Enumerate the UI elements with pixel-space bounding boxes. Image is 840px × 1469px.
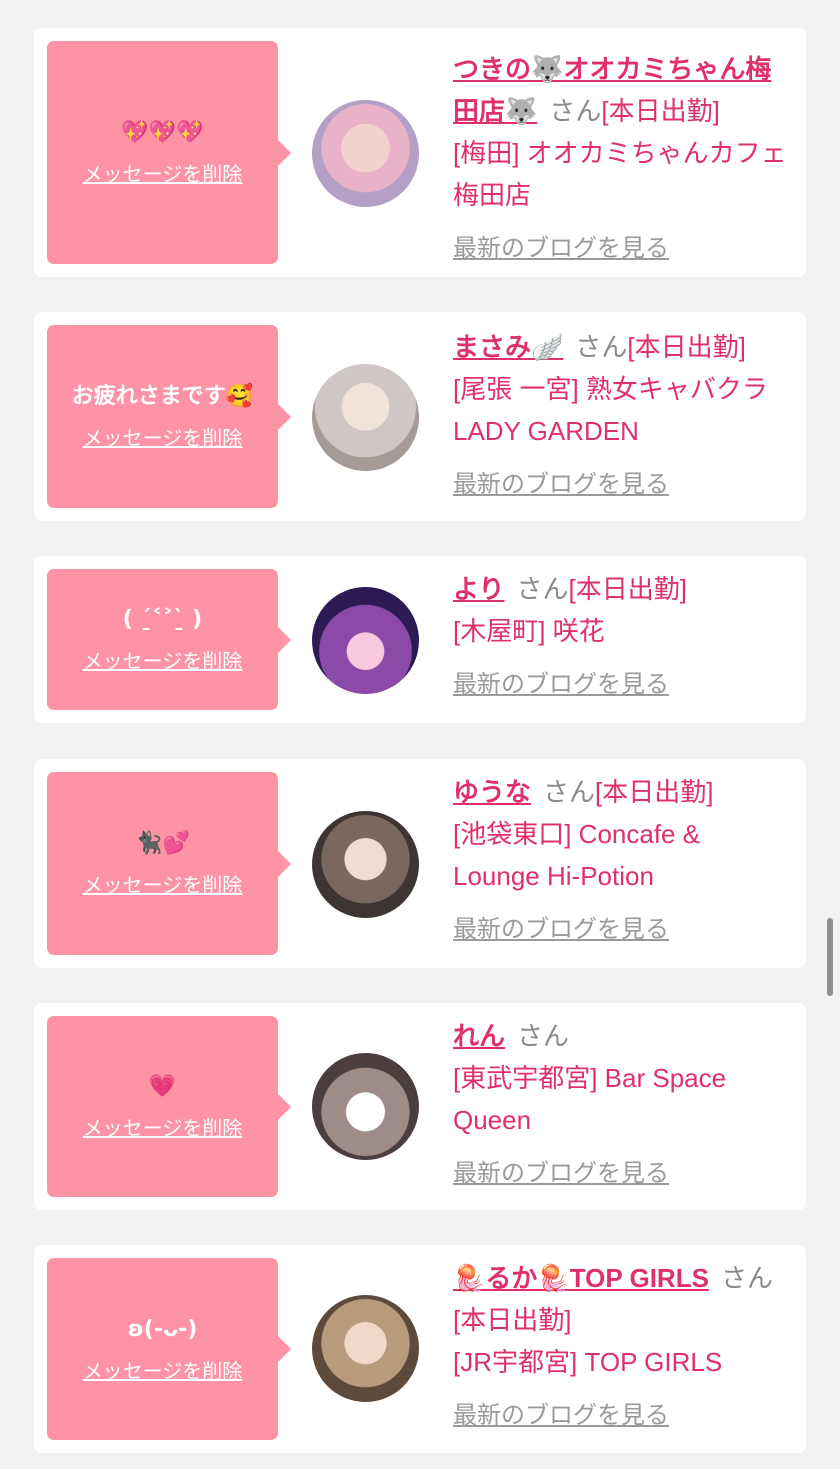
latest-blog-link[interactable]: 最新のブログを見る	[453, 228, 793, 270]
shop-label: [木屋町] 咲花	[453, 616, 605, 646]
status-label: [本日出勤]	[627, 332, 746, 362]
cast-info: まさみ🪽 さん[本日出勤] [尾張 一宮] 熟女キャバクラ LADY GARDEN…	[453, 326, 793, 506]
message-card: 🐈‍⬛💕 メッセージを削除 ゆうな さん[本日出勤] [池袋東口] Concafe…	[34, 759, 806, 968]
latest-blog-link[interactable]: 最新のブログを見る	[453, 464, 793, 506]
shop-label: [梅田] オオカミちゃんカフェ梅田店	[453, 138, 787, 210]
avatar[interactable]	[312, 587, 419, 694]
cast-name-link[interactable]: 🪼るか🪼TOP GIRLS	[453, 1263, 709, 1293]
san-label: さん	[549, 96, 602, 126]
message-card: 💗 メッセージを削除 れん さん [東武宇都宮] Bar Space Queen …	[34, 1003, 806, 1210]
delete-message-link[interactable]: メッセージを削除	[83, 158, 243, 187]
message-text: お疲れさまです🥰	[71, 384, 254, 409]
shop-label: [池袋東口] Concafe & Lounge Hi-Potion	[453, 819, 701, 891]
delete-message-link[interactable]: メッセージを削除	[83, 645, 243, 674]
cast-name-link[interactable]: ゆうな	[453, 777, 531, 807]
delete-message-link[interactable]: メッセージを削除	[83, 1112, 243, 1141]
message-card: ( ˊ̱˂˃ˋ̱ ) メッセージを削除 より さん[本日出勤] [木屋町] 咲花 …	[34, 556, 806, 723]
latest-blog-link[interactable]: 最新のブログを見る	[453, 1153, 793, 1195]
message-card: お疲れさまです🥰 メッセージを削除 まさみ🪽 さん[本日出勤] [尾張 一宮] 熟…	[34, 312, 806, 521]
cast-info: ゆうな さん[本日出勤] [池袋東口] Concafe & Lounge Hi-P…	[453, 771, 793, 951]
status-label: [本日出勤]	[601, 96, 720, 126]
san-label: さん	[543, 777, 596, 807]
cast-name-link[interactable]: まさみ🪽	[453, 332, 563, 362]
message-card: 💖💖💖 メッセージを削除 つきの🐺オオカミちゃん梅田店🐺 さん[本日出勤] [梅田…	[34, 28, 806, 277]
avatar[interactable]	[312, 1053, 419, 1160]
message-bubble: 🐈‍⬛💕 メッセージを削除	[47, 772, 291, 955]
message-text: 💗	[148, 1074, 177, 1099]
shop-label: [JR宇都宮] TOP GIRLS	[453, 1347, 723, 1377]
cast-name-link[interactable]: より	[453, 574, 504, 604]
message-bubble: 💖💖💖 メッセージを削除	[47, 41, 291, 264]
cast-info: 🪼るか🪼TOP GIRLS さん[本日出勤] [JR宇都宮] TOP GIRLS …	[453, 1257, 793, 1437]
message-text: 💖💖💖	[121, 120, 204, 145]
san-label: さん	[517, 1021, 570, 1051]
san-label: さん	[516, 574, 569, 604]
message-bubble: ( ˊ̱˂˃ˋ̱ ) メッセージを削除	[47, 569, 291, 710]
message-bubble: ʚ(-ᴗ-) メッセージを削除	[47, 1258, 291, 1440]
cast-info: れん さん [東武宇都宮] Bar Space Queen 最新のブログを見る	[453, 1015, 793, 1195]
delete-message-link[interactable]: メッセージを削除	[83, 1355, 243, 1384]
delete-message-link[interactable]: メッセージを削除	[83, 422, 243, 451]
shop-label: [尾張 一宮] 熟女キャバクラ LADY GARDEN	[453, 374, 768, 446]
cast-name-link[interactable]: れん	[453, 1021, 505, 1051]
message-text: ʚ(-ᴗ-)	[127, 1316, 198, 1342]
avatar[interactable]	[312, 364, 419, 471]
delete-message-link[interactable]: メッセージを削除	[83, 869, 243, 898]
message-text: ( ˊ̱˂˃ˋ̱ )	[122, 607, 203, 632]
status-label: [本日出勤]	[595, 777, 714, 807]
message-text: 🐈‍⬛💕	[135, 831, 190, 856]
message-card: ʚ(-ᴗ-) メッセージを削除 🪼るか🪼TOP GIRLS さん [本日出勤] [J…	[34, 1245, 806, 1453]
cast-info: つきの🐺オオカミちゃん梅田店🐺 さん[本日出勤] [梅田] オオカミちゃんカフェ梅…	[453, 48, 793, 270]
latest-blog-link[interactable]: 最新のブログを見る	[453, 1395, 793, 1437]
cast-info: より さん[本日出勤] [木屋町] 咲花 最新のブログを見る	[453, 568, 793, 706]
shop-label: [東武宇都宮] Bar Space Queen	[453, 1063, 727, 1135]
scrollbar[interactable]	[827, 918, 833, 996]
latest-blog-link[interactable]: 最新のブログを見る	[453, 909, 793, 951]
status-label: [本日出勤]	[568, 574, 687, 604]
san-label: さん	[575, 332, 628, 362]
latest-blog-link[interactable]: 最新のブログを見る	[453, 664, 793, 706]
status-label: [本日出勤]	[453, 1305, 572, 1335]
avatar[interactable]	[312, 100, 419, 207]
avatar[interactable]	[312, 1295, 419, 1402]
san-label: さん	[720, 1263, 773, 1293]
avatar[interactable]	[312, 811, 419, 918]
message-bubble: お疲れさまです🥰 メッセージを削除	[47, 325, 291, 508]
message-bubble: 💗 メッセージを削除	[47, 1016, 291, 1197]
